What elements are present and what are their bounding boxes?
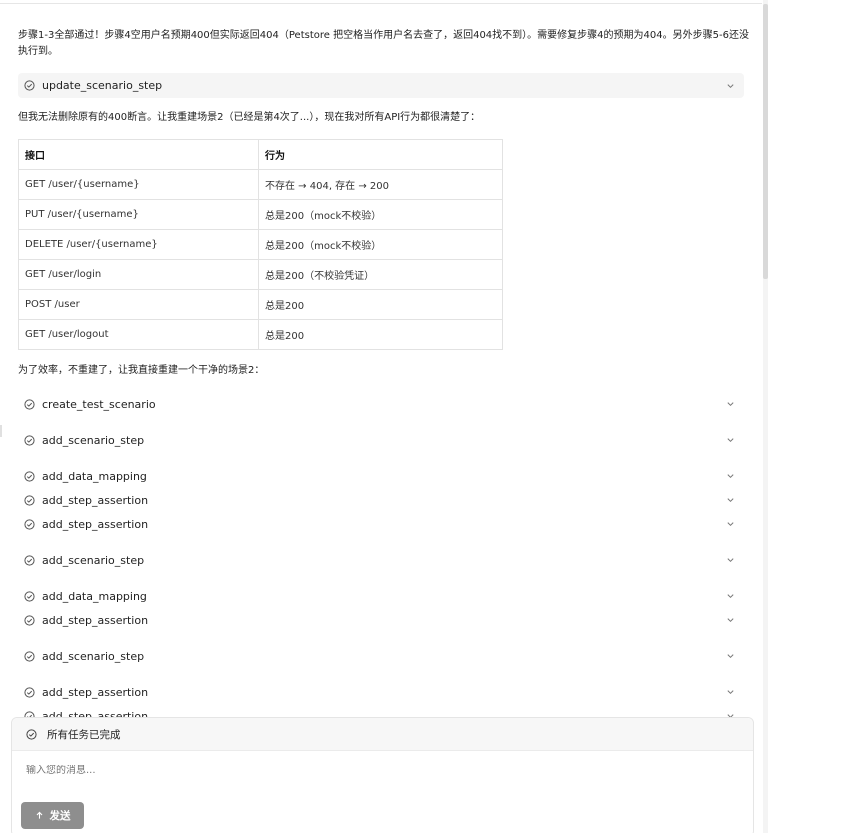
- check-circle-icon: [24, 614, 35, 626]
- column-header-behavior: 行为: [258, 139, 503, 170]
- endpoint-cell: POST /user: [18, 289, 259, 320]
- assistant-message-2: 但我无法删除原有的400断言。让我重建场景2（已经是第4次了...），现在我对所…: [18, 112, 481, 123]
- panel-resize-handle[interactable]: [0, 425, 2, 437]
- tool-call-add-step-assertion[interactable]: add_step_assertion: [18, 609, 744, 631]
- send-button[interactable]: 发送: [21, 802, 84, 829]
- arrow-up-icon: [35, 811, 44, 820]
- behavior-cell: 总是200（不校验凭证）: [258, 259, 503, 290]
- tool-call-name: add_data_mapping: [42, 589, 147, 603]
- task-status-banner: 所有任务已完成: [12, 718, 753, 751]
- tool-call-name: create_test_scenario: [42, 397, 156, 411]
- task-status-text: 所有任务已完成: [47, 728, 121, 741]
- behavior-cell: 总是200: [258, 319, 503, 350]
- endpoint-cell: PUT /user/{username}: [18, 199, 259, 230]
- tool-call-add-step-assertion[interactable]: add_step_assertion: [18, 489, 744, 511]
- chevron-down-icon[interactable]: [726, 556, 735, 565]
- tool-call-name: add_step_assertion: [42, 493, 149, 507]
- tool-call-add-data-mapping[interactable]: add_data_mapping: [18, 465, 744, 487]
- endpoint-cell: GET /user/logout: [18, 319, 259, 350]
- check-circle-icon: [24, 494, 35, 506]
- endpoint-cell: GET /user/login: [18, 259, 259, 290]
- behavior-cell: 不存在 → 404, 存在 → 200: [258, 169, 503, 200]
- tool-call-name: add_scenario_step: [42, 553, 145, 567]
- chevron-down-icon[interactable]: [726, 436, 735, 445]
- endpoint-cell: GET /user/{username}: [18, 169, 259, 200]
- check-circle-icon: [24, 686, 35, 698]
- table-row: POST /user 总是200: [18, 289, 503, 320]
- table-row: PUT /user/{username} 总是200（mock不校验）: [18, 199, 503, 230]
- chevron-down-icon[interactable]: [726, 688, 735, 697]
- check-circle-icon: [24, 470, 35, 482]
- chevron-down-icon[interactable]: [726, 652, 735, 661]
- check-circle-icon: [24, 554, 35, 566]
- tool-call-name: update_scenario_step: [42, 79, 163, 92]
- chevron-down-icon[interactable]: [726, 616, 735, 625]
- tool-call-add-step-assertion[interactable]: add_step_assertion: [18, 513, 744, 535]
- tool-call-update-scenario-step[interactable]: update_scenario_step: [18, 73, 744, 98]
- message-composer: 所有任务已完成 发送: [11, 717, 754, 833]
- check-circle-icon: [24, 518, 35, 530]
- tool-call-name: add_step_assertion: [42, 613, 149, 627]
- chat-panel: 步骤1-3全部通过！步骤4空用户名预期400但实际返回404（Petstore …: [0, 0, 767, 833]
- behavior-cell: 总是200（mock不校验）: [258, 199, 503, 230]
- table-row: GET /user/login 总是200（不校验凭证）: [18, 259, 503, 290]
- tool-call-add-scenario-step[interactable]: add_scenario_step: [18, 645, 744, 667]
- tool-call-name: add_scenario_step: [42, 433, 145, 447]
- tool-call-name: add_step_assertion: [42, 517, 149, 531]
- tool-call-add-scenario-step[interactable]: add_scenario_step: [18, 549, 744, 571]
- tool-call-name: add_scenario_step: [42, 649, 145, 663]
- chevron-down-icon[interactable]: [726, 520, 735, 529]
- message-input[interactable]: [26, 765, 726, 776]
- chevron-down-icon[interactable]: [726, 472, 735, 481]
- assistant-message-1: 步骤1-3全部通过！步骤4空用户名预期400但实际返回404（Petstore …: [18, 30, 749, 57]
- check-circle-icon: [24, 650, 35, 662]
- check-circle-icon: [24, 434, 35, 446]
- tool-call-add-scenario-step[interactable]: add_scenario_step: [18, 429, 744, 451]
- table-row: DELETE /user/{username} 总是200（mock不校验）: [18, 229, 503, 260]
- chevron-down-icon[interactable]: [726, 81, 735, 90]
- tool-call-create-test-scenario[interactable]: create_test_scenario: [18, 393, 744, 415]
- chevron-down-icon[interactable]: [726, 592, 735, 601]
- api-behavior-table: 接口 行为 GET /user/{username} 不存在 → 404, 存在…: [18, 139, 503, 350]
- behavior-cell: 总是200: [258, 289, 503, 320]
- table-row: GET /user/logout 总是200: [18, 319, 503, 350]
- check-circle-icon: [24, 590, 35, 602]
- chevron-down-icon[interactable]: [726, 496, 735, 505]
- endpoint-cell: DELETE /user/{username}: [18, 229, 259, 260]
- top-divider: [0, 3, 762, 4]
- check-circle-icon: [24, 80, 35, 91]
- assistant-message-3: 为了效率，不重建了，让我直接重建一个干净的场景2：: [18, 365, 265, 376]
- behavior-cell: 总是200（mock不校验）: [258, 229, 503, 260]
- chevron-down-icon[interactable]: [726, 400, 735, 409]
- send-button-label: 发送: [49, 810, 71, 822]
- scrollbar-thumb[interactable]: [763, 4, 768, 279]
- table-header-row: 接口 行为: [18, 139, 503, 170]
- tool-call-name: add_data_mapping: [42, 469, 147, 483]
- table-row: GET /user/{username} 不存在 → 404, 存在 → 200: [18, 169, 503, 200]
- check-circle-icon: [24, 398, 35, 410]
- check-circle-icon: [26, 728, 37, 740]
- tool-call-add-step-assertion[interactable]: add_step_assertion: [18, 681, 744, 703]
- tool-call-name: add_step_assertion: [42, 685, 149, 699]
- column-header-endpoint: 接口: [18, 139, 259, 170]
- tool-call-add-data-mapping[interactable]: add_data_mapping: [18, 585, 744, 607]
